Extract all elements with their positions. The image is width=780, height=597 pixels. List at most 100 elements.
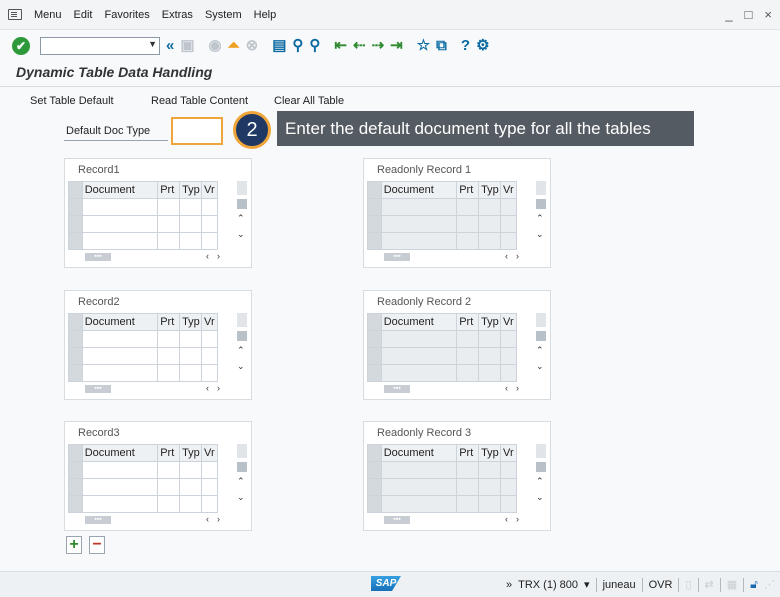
vertical-scrollbar[interactable]: ⌃ ⌄ [236, 444, 248, 512]
row-selector[interactable] [68, 495, 83, 513]
command-field[interactable]: ▼ [40, 37, 160, 55]
help-icon[interactable]: ? [461, 37, 470, 55]
chevron-down-icon[interactable]: ▼ [148, 39, 157, 49]
table-cell[interactable] [201, 495, 218, 513]
table-cell[interactable] [157, 215, 181, 233]
column-header[interactable]: Vr [500, 181, 517, 199]
vertical-scrollbar[interactable]: ⌃ ⌄ [535, 444, 547, 512]
table-cell[interactable] [157, 347, 181, 365]
transfer-icon[interactable]: ⇄ [705, 578, 714, 591]
horizontal-scrollbar[interactable]: ▪▪▪ [85, 516, 111, 524]
table-cell[interactable] [157, 364, 181, 382]
horizontal-scroll-arrows[interactable]: ‹› [206, 251, 228, 261]
scroll-up-icon[interactable]: ⌃ [237, 476, 245, 487]
row-selector[interactable] [68, 330, 83, 348]
horizontal-scrollbar[interactable]: ▪▪▪ [384, 253, 410, 261]
table-cell[interactable] [179, 478, 203, 496]
add-row-button[interactable]: + [66, 536, 82, 554]
column-header[interactable]: Vr [500, 313, 517, 331]
ok-check-icon[interactable]: ✔ [12, 37, 30, 55]
column-header[interactable]: Prt [456, 444, 480, 462]
system-menu-icon[interactable] [8, 9, 22, 20]
scroll-down-icon[interactable]: ⌄ [536, 361, 544, 372]
up-icon[interactable]: ⏶ [228, 37, 240, 55]
scrollbar-thumb[interactable] [237, 199, 247, 209]
table-cell[interactable] [201, 364, 218, 382]
row-selector[interactable] [367, 495, 382, 513]
menu-item-help[interactable]: Help [254, 9, 277, 21]
row-selector[interactable] [68, 364, 83, 382]
table-cell[interactable] [81, 461, 159, 479]
row-selector[interactable] [68, 347, 83, 365]
select-all-cell[interactable] [68, 444, 83, 462]
default-doc-type-input[interactable] [171, 117, 223, 145]
column-header[interactable]: Prt [157, 444, 181, 462]
scrollbar-thumb[interactable] [536, 331, 546, 341]
server-icon[interactable]: ▦ [727, 578, 737, 591]
last-page-icon[interactable]: ⇥ [390, 37, 403, 55]
row-selector[interactable] [367, 232, 382, 250]
column-header[interactable]: Prt [456, 313, 480, 331]
table-cell[interactable] [201, 347, 218, 365]
table-cell[interactable] [179, 330, 203, 348]
vertical-scrollbar[interactable]: ⌃ ⌄ [236, 181, 248, 249]
row-selector[interactable] [367, 198, 382, 216]
row-selector[interactable] [68, 198, 83, 216]
row-selector[interactable] [68, 461, 83, 479]
prev-page-icon[interactable]: ⇠ [353, 37, 366, 55]
table-cell[interactable] [81, 198, 159, 216]
scroll-down-icon[interactable]: ⌄ [237, 361, 245, 372]
table-cell[interactable] [201, 461, 218, 479]
row-selector[interactable] [68, 215, 83, 233]
horizontal-scrollbar[interactable]: ▪▪▪ [85, 253, 111, 261]
menu-item-menu[interactable]: Menu [34, 9, 62, 21]
table-cell[interactable] [81, 347, 159, 365]
column-header[interactable]: Document [380, 444, 458, 462]
horizontal-scroll-arrows[interactable]: ‹› [505, 514, 527, 524]
column-header[interactable]: Prt [157, 313, 181, 331]
scrollbar-thumb[interactable] [536, 462, 546, 472]
menu-item-extras[interactable]: Extras [162, 9, 193, 21]
table-cell[interactable] [157, 461, 181, 479]
column-header[interactable]: Document [380, 313, 458, 331]
read-table-content-button[interactable]: Read Table Content [151, 95, 248, 107]
clear-all-table-button[interactable]: Clear All Table [274, 95, 344, 107]
column-header[interactable]: Vr [201, 181, 218, 199]
save-icon[interactable]: ▣ [180, 37, 194, 55]
table-cell[interactable] [81, 330, 159, 348]
column-header[interactable]: Typ [478, 313, 502, 331]
row-selector[interactable] [367, 461, 382, 479]
column-header[interactable]: Typ [179, 313, 203, 331]
table-cell[interactable] [157, 478, 181, 496]
settings-icon[interactable]: ⚙ [476, 37, 489, 55]
find-next-icon[interactable]: ⚲ [309, 37, 320, 55]
table-cell[interactable] [201, 198, 218, 216]
first-page-icon[interactable]: ⇤ [334, 37, 347, 55]
table-cell[interactable] [179, 198, 203, 216]
insert-mode[interactable]: OVR [649, 579, 673, 591]
chevron-down-icon[interactable]: ▾ [584, 578, 590, 591]
column-header[interactable]: Typ [478, 181, 502, 199]
table-cell[interactable] [81, 495, 159, 513]
scrollbar-thumb[interactable] [237, 462, 247, 472]
table-cell[interactable] [157, 330, 181, 348]
expand-status-icon[interactable]: » [506, 579, 512, 591]
row-selector[interactable] [68, 232, 83, 250]
table-cell[interactable] [179, 495, 203, 513]
exit-icon[interactable]: ◉ [209, 37, 222, 55]
column-header[interactable]: Typ [179, 181, 203, 199]
table-cell[interactable] [157, 198, 181, 216]
column-header[interactable]: Vr [201, 444, 218, 462]
column-header[interactable]: Document [380, 181, 458, 199]
row-selector[interactable] [367, 347, 382, 365]
scroll-down-icon[interactable]: ⌄ [536, 229, 544, 240]
lock-icon[interactable]: 🔓︎ [750, 577, 758, 592]
scroll-down-icon[interactable]: ⌄ [536, 492, 544, 503]
table-cell[interactable] [157, 232, 181, 250]
menu-item-edit[interactable]: Edit [74, 9, 93, 21]
column-header[interactable]: Prt [157, 181, 181, 199]
horizontal-scroll-arrows[interactable]: ‹› [505, 251, 527, 261]
row-selector[interactable] [367, 215, 382, 233]
scroll-up-icon[interactable]: ⌃ [536, 476, 544, 487]
horizontal-scroll-arrows[interactable]: ‹› [505, 383, 527, 393]
